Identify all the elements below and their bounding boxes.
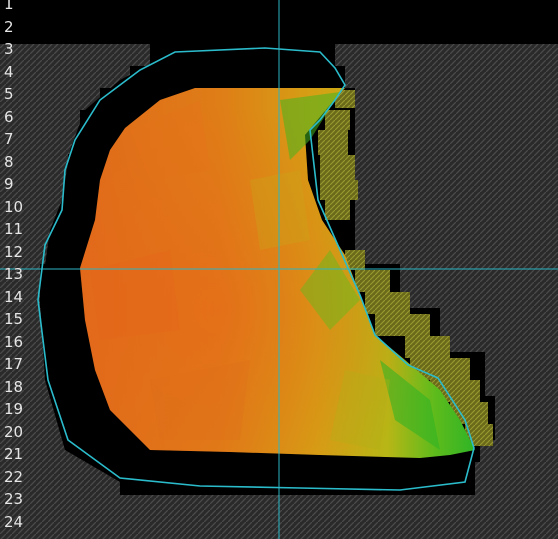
row-label: 4 — [4, 62, 14, 81]
row-label: 11 — [4, 220, 24, 238]
row-label: 13 — [4, 265, 24, 283]
row-label: 18 — [4, 377, 24, 396]
mapping-viewport[interactable]: 1 2 3 4 5 6 7 8 9 10 11 12 13 14 15 16 17 18 19 20 21 22 23 24 — [0, 0, 558, 539]
row-label: 20 — [4, 422, 24, 441]
row-label: 21 — [4, 445, 24, 463]
row-label: 15 — [4, 310, 24, 328]
row-label: 8 — [4, 152, 14, 171]
row-label: 12 — [4, 242, 24, 261]
row-label: 5 — [4, 85, 14, 103]
heatmap-scene[interactable] — [0, 0, 558, 539]
row-label: 22 — [4, 467, 24, 486]
row-label: 7 — [4, 130, 14, 148]
row-label: 2 — [4, 17, 14, 36]
row-label: 9 — [4, 175, 14, 193]
row-label: 24 — [4, 512, 24, 531]
row-label: 6 — [4, 107, 14, 126]
row-label: 23 — [4, 490, 24, 508]
row-label: 3 — [4, 40, 14, 58]
row-label: 1 — [4, 0, 14, 13]
row-label: 10 — [4, 197, 24, 216]
row-label: 16 — [4, 332, 24, 351]
row-label: 19 — [4, 400, 24, 418]
row-label: 14 — [4, 287, 24, 306]
row-label: 17 — [4, 355, 24, 373]
